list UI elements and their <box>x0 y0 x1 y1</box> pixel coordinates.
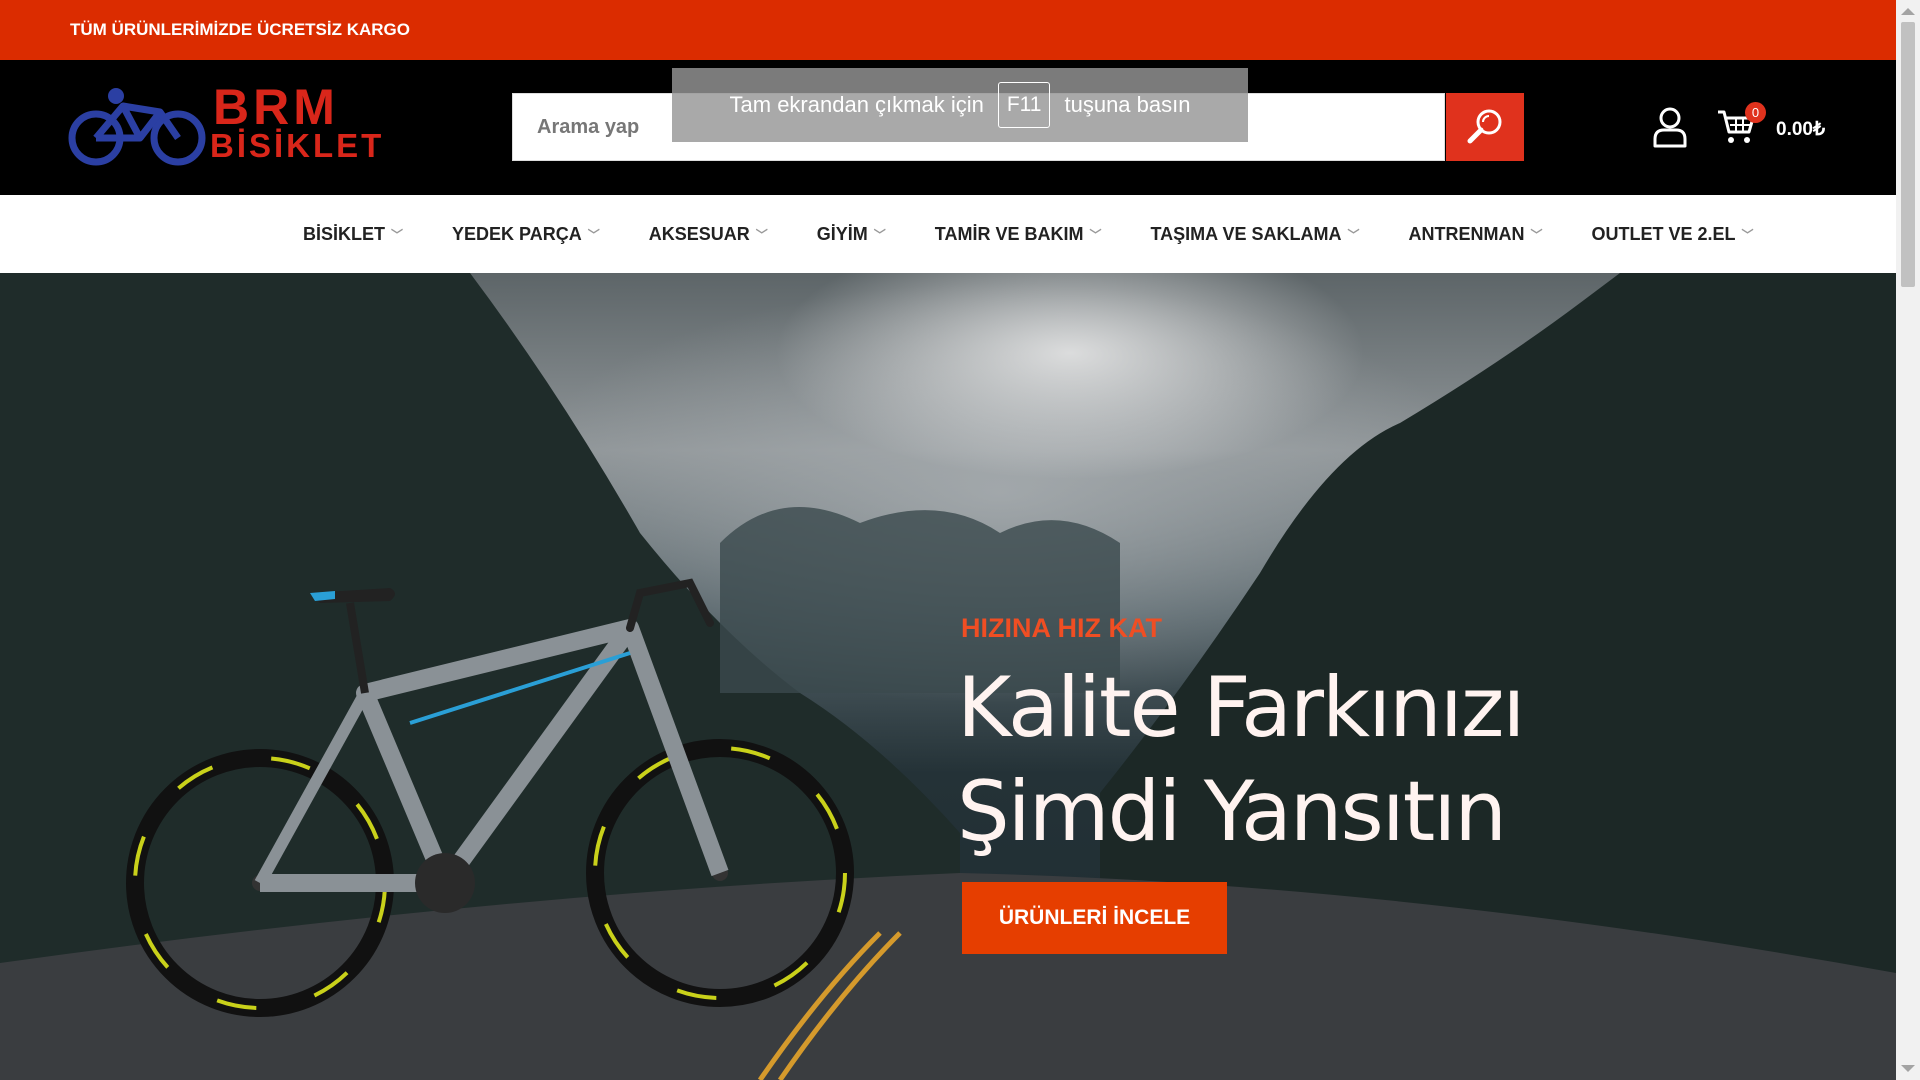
scrollbar-thumb[interactable] <box>1901 22 1915 287</box>
nav-item-giyim[interactable]: GİYİM ﹀ <box>817 224 886 245</box>
fullscreen-notice-text-after: tuşuna basın <box>1064 92 1191 117</box>
fullscreen-exit-notice: Tam ekrandan çıkmak için F11 tuşuna bası… <box>672 68 1248 142</box>
chevron-down-icon: ﹀ <box>755 227 768 242</box>
cart-total[interactable]: 0.00₺ <box>1776 118 1825 141</box>
nav-item-bisiklet[interactable]: BİSİKLET ﹀ <box>303 224 403 245</box>
nav-item-label: AKSESUAR <box>648 223 750 244</box>
road-bike-image <box>126 578 854 1017</box>
chevron-down-icon: ﹀ <box>391 227 404 242</box>
nav-item-label: TAMİR VE BAKIM <box>934 223 1084 244</box>
chevron-down-icon: ﹀ <box>1741 227 1754 242</box>
hero-headline: Kalite Farkınızı Şimdi Yansıtın <box>957 656 1525 864</box>
nav-item-label: ANTRENMAN <box>1408 223 1525 244</box>
scroll-down-arrow-icon[interactable] <box>1901 1065 1915 1072</box>
nav-item-label: GİYİM <box>816 223 868 244</box>
free-shipping-promo: TÜM ÜRÜNLERİMİZDE ÜCRETSİZ KARGO <box>70 20 410 39</box>
nav-item-outlet[interactable]: OUTLET VE 2.EL ﹀ <box>1592 224 1754 245</box>
cart-count-badge: 0 <box>1745 102 1766 123</box>
hero-headline-line2: Şimdi Yansıtın <box>957 763 1507 860</box>
hero-kicker: HIZINA HIZ KAT <box>961 613 1162 643</box>
nav-item-aksesuar[interactable]: AKSESUAR ﹀ <box>649 224 768 245</box>
hero-banner: HIZINA HIZ KAT Kalite Farkınızı Şimdi Ya… <box>0 273 1896 1080</box>
site-logo[interactable]: BRM BİSİKLET <box>68 82 388 174</box>
nav-item-label: OUTLET VE 2.EL <box>1591 223 1736 244</box>
top-promo-bar: TÜM ÜRÜNLERİMİZDE ÜCRETSİZ KARGO <box>0 0 1896 60</box>
nav-item-label: TAŞIMA VE SAKLAMA <box>1150 223 1342 244</box>
chevron-down-icon: ﹀ <box>587 227 600 242</box>
nav-item-label: BİSİKLET <box>303 223 386 244</box>
search-icon <box>1467 109 1502 144</box>
hero-headline-line1: Kalite Farkınızı <box>957 659 1525 756</box>
nav-item-label: YEDEK PARÇA <box>452 223 582 244</box>
user-icon[interactable] <box>1652 106 1688 148</box>
chevron-down-icon: ﹀ <box>1089 227 1102 242</box>
logo-text-bisiklet: BİSİKLET <box>210 127 385 164</box>
fullscreen-notice-text-before: Tam ekrandan çıkmak için <box>729 92 984 117</box>
logo-text-brm: BRM <box>213 79 339 135</box>
chevron-down-icon: ﹀ <box>873 227 886 242</box>
search-button[interactable] <box>1446 93 1524 161</box>
nav-item-antrenman[interactable]: ANTRENMAN ﹀ <box>1409 224 1543 245</box>
nav-item-tamir-ve-bakim[interactable]: TAMİR VE BAKIM ﹀ <box>935 224 1102 245</box>
chevron-down-icon: ﹀ <box>1347 227 1360 242</box>
browse-products-button[interactable]: ÜRÜNLERİ İNCELE <box>962 882 1227 954</box>
nav-item-tasima-ve-saklama[interactable]: TAŞIMA VE SAKLAMA ﹀ <box>1150 224 1359 245</box>
fullscreen-key: F11 <box>997 82 1051 128</box>
nav-item-yedek-parca[interactable]: YEDEK PARÇA ﹀ <box>452 224 600 245</box>
bicycle-logo-icon <box>68 88 206 166</box>
main-navigation: BİSİKLET ﹀ YEDEK PARÇA ﹀ AKSESUAR ﹀ GİYİM ﹀ … <box>0 195 1896 273</box>
scroll-up-arrow-icon[interactable] <box>1901 8 1915 15</box>
chevron-down-icon: ﹀ <box>1530 227 1543 242</box>
page-scrollbar[interactable] <box>1896 0 1920 1080</box>
